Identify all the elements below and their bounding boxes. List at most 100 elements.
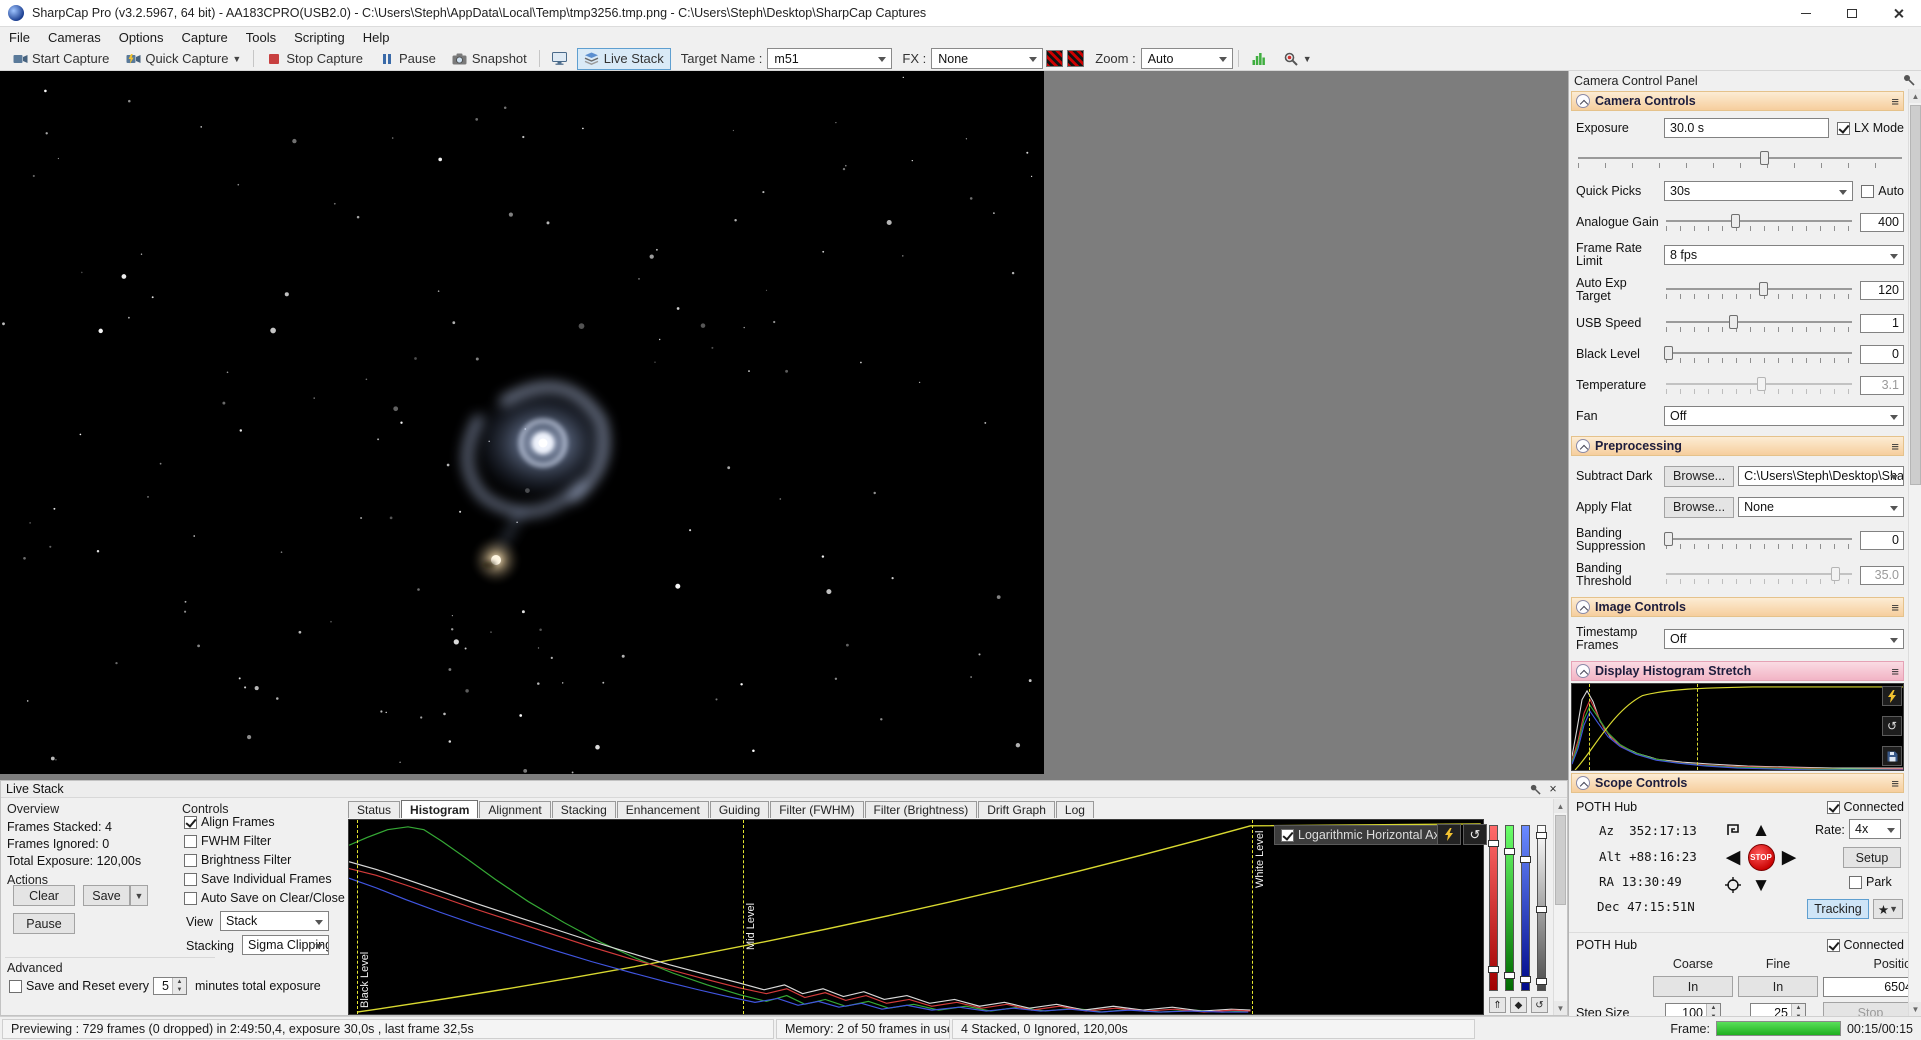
spinner-arrows[interactable]: ▲▼ [1706,1003,1720,1016]
frame-rate-limit-combo[interactable]: 8 fps [1664,245,1904,265]
tab-drift-graph[interactable]: Drift Graph [978,801,1055,818]
blue-level-handle[interactable] [1520,976,1531,983]
mid-level-line[interactable] [743,820,744,1014]
scroll-up-icon[interactable]: ▲ [1554,799,1567,813]
scope-setup-button[interactable]: Setup [1843,847,1901,868]
fwhm-filter-checkbox[interactable] [184,834,197,848]
usb-speed-slider[interactable] [1664,313,1854,333]
snapshot-button[interactable]: Snapshot [445,48,534,70]
slew-left-button[interactable]: ◀ [1719,844,1747,870]
focuser-connected-checkbox[interactable] [1826,938,1840,952]
lx-mode-checkbox[interactable] [1836,121,1850,135]
menu-scripting[interactable]: Scripting [285,27,354,47]
analogue-gain-slider-thumb[interactable] [1730,214,1740,228]
live-stack-scrollbar[interactable]: ▲ ▼ [1553,799,1567,1015]
section-preprocessing[interactable]: Preprocessing ≡ [1571,436,1904,456]
luminance-level-handle[interactable] [1536,978,1547,985]
pause-stack-button[interactable]: Pause [13,913,75,934]
save-stretch-button[interactable] [1882,746,1902,766]
clear-button[interactable]: Clear [13,885,75,906]
menu-file[interactable]: File [0,27,39,47]
spinner-arrows[interactable]: ▲▼ [172,978,186,994]
maximize-button[interactable] [1829,0,1875,26]
scope-connected-checkbox[interactable] [1826,800,1840,814]
log-axis-checkbox[interactable] [1281,828,1294,842]
analogue-gain-slider[interactable] [1664,212,1854,232]
black-level-slider-thumb[interactable] [1664,346,1673,360]
blue-level-handle[interactable] [1520,856,1531,863]
tab-alignment[interactable]: Alignment [479,801,551,818]
center-target-button[interactable] [1719,872,1747,898]
zoom-tool-button[interactable]: ▼ [1276,48,1319,70]
menu-options[interactable]: Options [110,27,173,47]
green-level-handle[interactable] [1504,848,1515,855]
fine-step-spinner[interactable]: 25▲▼ [1750,1002,1806,1016]
usb-speed-value[interactable]: 1 [1860,313,1904,333]
tab-enhancement[interactable]: Enhancement [616,801,709,818]
reset-levels-button[interactable]: ↺ [1531,997,1548,1013]
apply-flat-browse-button[interactable]: Browse... [1664,496,1735,518]
auto-exp-target-slider-thumb[interactable] [1759,282,1768,296]
auto-save-checkbox[interactable] [184,891,197,905]
scroll-down-icon[interactable]: ▼ [1909,1002,1921,1016]
auto-stretch-button[interactable] [1882,686,1902,706]
dark-frame-swatch-icon[interactable] [1046,50,1064,67]
slew-stop-button[interactable]: STOP [1747,843,1775,871]
usb-speed-slider-thumb[interactable] [1728,315,1738,329]
tracking-toggle-button[interactable]: Tracking [1807,899,1869,919]
blue-level-slider[interactable] [1520,825,1531,991]
apply-levels-button[interactable]: ⇑ [1489,997,1506,1013]
reset-stretch-button[interactable]: ↺ [1463,824,1487,845]
auto-exposure-checkbox[interactable] [1861,184,1875,198]
camera-panel-scrollbar[interactable]: ▲ ▼ [1908,89,1921,1016]
save-individual-frames-checkbox[interactable] [184,872,197,886]
tab-filter-brightness[interactable]: Filter (Brightness) [864,801,978,818]
scrollbar-thumb[interactable] [1555,815,1566,905]
tab-histogram[interactable]: Histogram [401,800,479,818]
scroll-down-icon[interactable]: ▼ [1554,1001,1567,1015]
reset-stretch-button[interactable]: ↺ [1882,716,1902,736]
scroll-up-icon[interactable]: ▲ [1909,89,1921,103]
focus-in-coarse-button[interactable]: In [1653,976,1733,997]
luminance-level-handle[interactable] [1536,832,1547,839]
display-stretch-histogram[interactable]: ↺ [1571,683,1904,771]
zoom-combo[interactable]: Auto [1140,48,1233,69]
section-scope-controls[interactable]: Scope Controls ≡ [1571,773,1904,793]
section-menu-icon[interactable]: ≡ [1891,95,1899,108]
section-display-histogram-stretch[interactable]: Display Histogram Stretch ≡ [1571,661,1904,681]
exposure-field[interactable]: 30.0 s [1664,118,1829,138]
banding-suppression-slider[interactable] [1664,530,1854,550]
green-level-handle[interactable] [1504,972,1515,979]
scrollbar-thumb[interactable] [1910,105,1921,485]
preview-display-button[interactable] [545,48,575,70]
black-level-value[interactable]: 0 [1860,344,1904,364]
stretch-mid-point-line[interactable] [1697,684,1698,770]
red-level-slider[interactable] [1488,825,1499,991]
close-button[interactable] [1875,0,1921,26]
menu-tools[interactable]: Tools [237,27,285,47]
flat-frame-swatch-icon[interactable] [1067,50,1085,67]
red-level-handle[interactable] [1488,840,1499,847]
spiral-search-button[interactable] [1719,817,1747,843]
section-menu-icon[interactable]: ≡ [1891,777,1899,790]
save-reset-checkbox[interactable] [9,979,22,993]
fan-combo[interactable]: Off [1664,406,1904,426]
auto-levels-button[interactable]: ◆ [1510,997,1527,1013]
section-camera-controls[interactable]: Camera Controls ≡ [1571,91,1904,111]
slew-up-button[interactable]: ▲ [1747,817,1775,843]
exposure-slider[interactable] [1576,149,1904,169]
target-name-combo[interactable]: m51 [767,48,893,69]
park-checkbox[interactable] [1849,875,1862,889]
white-level-line[interactable] [1252,820,1253,1014]
red-level-handle[interactable] [1488,966,1499,973]
exposure-slider-thumb[interactable] [1759,151,1769,165]
stacking-combo[interactable]: Sigma Clipping [242,935,329,955]
subtract-dark-browse-button[interactable]: Browse... [1664,465,1735,487]
banding-suppression-slider-thumb[interactable] [1664,532,1673,546]
luminance-level-slider[interactable] [1536,825,1547,991]
tab-status[interactable]: Status [348,801,401,818]
stop-capture-button[interactable]: Stop Capture [259,48,370,70]
green-level-slider[interactable] [1504,825,1515,991]
tab-guiding[interactable]: Guiding [709,801,770,818]
log-axis-checkbox-row[interactable]: Logarithmic Horizontal Axis [1274,825,1456,845]
